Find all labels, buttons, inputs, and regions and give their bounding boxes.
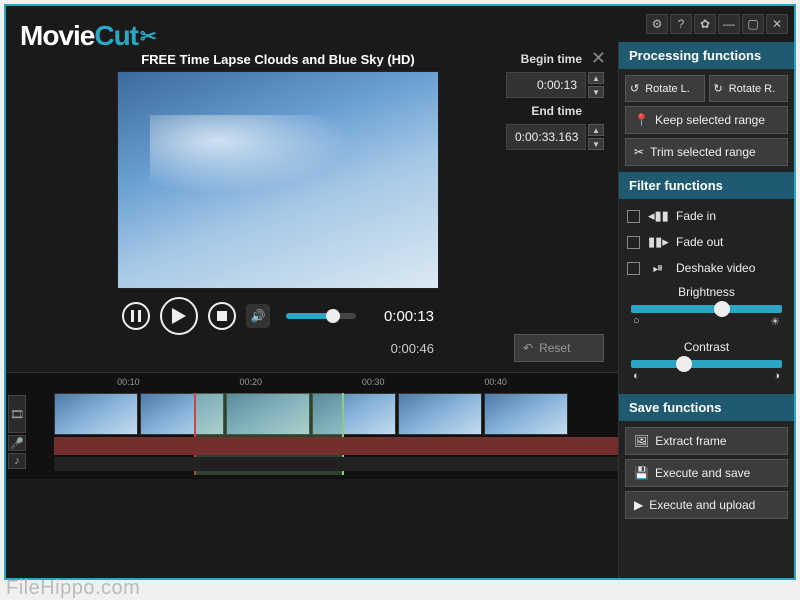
right-panel: Processing functions ↺Rotate L. ↻Rotate …: [618, 42, 794, 578]
image-icon: 🖼: [634, 434, 649, 448]
save-header: Save functions: [619, 394, 794, 421]
video-preview[interactable]: [117, 71, 439, 289]
main-area: FREE Time Lapse Clouds and Blue Sky (HD)…: [6, 42, 794, 578]
bright-icon: ☀: [770, 315, 780, 328]
deshake-icon: ⏯: [648, 260, 668, 276]
contrast-slider[interactable]: [631, 360, 782, 368]
left-pane: FREE Time Lapse Clouds and Blue Sky (HD)…: [6, 42, 618, 578]
playback-controls: 🔊 0:00:13: [82, 289, 474, 339]
begin-up-icon[interactable]: ▲: [588, 72, 604, 84]
execute-save-button[interactable]: 💾Execute and save: [625, 459, 788, 487]
watermark: FileHippo.com: [6, 577, 140, 600]
mic-track-icon[interactable]: 🎤: [8, 435, 26, 451]
clip-area: FREE Time Lapse Clouds and Blue Sky (HD)…: [6, 42, 618, 368]
stop-button[interactable]: [208, 302, 236, 330]
thumbnail[interactable]: [398, 393, 482, 435]
brightness-label: Brightness: [625, 285, 788, 299]
close-icon[interactable]: ✕: [766, 14, 788, 34]
track-toolbar: 🎞 🎤 ♪: [6, 393, 28, 471]
rotate-right-icon: ↻: [714, 82, 723, 95]
keep-range-button[interactable]: 📍Keep selected range: [625, 106, 788, 134]
reset-button[interactable]: ↶ Reset: [514, 334, 604, 362]
high-contrast-icon: ◑: [773, 370, 780, 382]
app-window: MovieCut ✂ ⚙ ? ✿ — ▢ ✕ FREE Time Lapse C…: [4, 4, 796, 580]
rotate-left-button[interactable]: ↺Rotate L.: [625, 75, 705, 102]
track-body[interactable]: [28, 393, 618, 471]
minimize-icon[interactable]: —: [718, 14, 740, 34]
contrast-label: Contrast: [625, 340, 788, 354]
play-button[interactable]: [160, 297, 198, 335]
scissors-icon: ✂: [634, 145, 644, 159]
deshake-row[interactable]: ⏯ Deshake video: [625, 257, 788, 279]
end-down-icon[interactable]: ▼: [588, 138, 604, 150]
upload-icon: ▶: [634, 498, 643, 512]
deshake-checkbox[interactable]: [627, 262, 640, 275]
time-inputs: ✕ Begin time 0:00:13 ▲ ▼ End time 0:00:3…: [484, 52, 604, 362]
trim-range-button[interactable]: ✂Trim selected range: [625, 138, 788, 166]
pause-button[interactable]: [122, 302, 150, 330]
fade-out-row[interactable]: ▮▮▸ Fade out: [625, 231, 788, 253]
fade-in-icon: ◂▮▮: [648, 208, 668, 224]
brightness-slider[interactable]: [631, 305, 782, 313]
thumbnail[interactable]: [484, 393, 568, 435]
fade-in-checkbox[interactable]: [627, 210, 640, 223]
scissors-icon: ✂: [140, 24, 156, 49]
close-clip-icon[interactable]: ✕: [591, 48, 606, 69]
rotate-right-button[interactable]: ↻Rotate R.: [709, 75, 789, 102]
filter-header: Filter functions: [619, 172, 794, 199]
dim-icon: ○: [633, 315, 640, 328]
begin-down-icon[interactable]: ▼: [588, 86, 604, 98]
total-time: 0:00:46: [82, 339, 474, 362]
low-contrast-icon: ◐: [633, 370, 640, 382]
fade-out-checkbox[interactable]: [627, 236, 640, 249]
save-icon: 💾: [634, 466, 649, 480]
timeline-ruler: 00:10 00:20 00:30 00:40: [6, 377, 618, 393]
help-icon[interactable]: ?: [670, 14, 692, 34]
execute-upload-button[interactable]: ▶Execute and upload: [625, 491, 788, 519]
volume-button[interactable]: 🔊: [246, 304, 270, 328]
end-up-icon[interactable]: ▲: [588, 124, 604, 136]
fade-in-row[interactable]: ◂▮▮ Fade in: [625, 205, 788, 227]
audio-track[interactable]: [54, 437, 618, 455]
thumbnail[interactable]: [54, 393, 138, 435]
undo-icon: ↶: [523, 341, 533, 355]
video-track[interactable]: [28, 393, 618, 435]
pin-icon: 📍: [634, 113, 649, 127]
video-track-icon[interactable]: 🎞: [8, 395, 26, 433]
bulb-icon[interactable]: ⚙: [646, 14, 668, 34]
clip-title: FREE Time Lapse Clouds and Blue Sky (HD): [82, 52, 474, 67]
rotate-left-icon: ↺: [630, 82, 639, 95]
fade-out-icon: ▮▮▸: [648, 234, 668, 250]
app-logo: MovieCut ✂: [20, 20, 156, 52]
maximize-icon[interactable]: ▢: [742, 14, 764, 34]
processing-header: Processing functions: [619, 42, 794, 69]
current-time: 0:00:13: [384, 308, 434, 325]
end-time-label: End time: [484, 104, 604, 118]
end-time-input[interactable]: 0:00:33.163: [506, 124, 586, 150]
begin-time-input[interactable]: 0:00:13: [506, 72, 586, 98]
music-track-icon[interactable]: ♪: [8, 453, 26, 469]
timeline: 00:10 00:20 00:30 00:40 🎞 🎤 ♪: [6, 372, 618, 479]
volume-slider[interactable]: [286, 313, 356, 319]
begin-time-label: Begin time: [484, 52, 604, 66]
music-track[interactable]: [54, 457, 618, 471]
extract-frame-button[interactable]: 🖼Extract frame: [625, 427, 788, 455]
gear-icon[interactable]: ✿: [694, 14, 716, 34]
